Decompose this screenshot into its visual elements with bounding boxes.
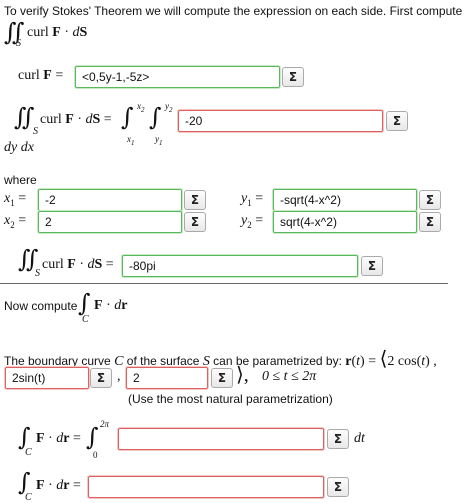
line-integral-sign: ∫ bbox=[78, 289, 91, 317]
boundary-text-3: can be parametrized by: bbox=[213, 354, 342, 368]
where-label: where bbox=[4, 173, 37, 187]
section-divider bbox=[0, 283, 448, 284]
y1-input[interactable]: -sqrt(4-x^2) bbox=[273, 189, 417, 211]
y2-sigma-button[interactable]: Σ bbox=[419, 212, 441, 232]
x1-sigma-button[interactable]: Σ bbox=[184, 190, 206, 210]
double-integral-display: ∬ bbox=[4, 18, 25, 46]
inner-lower-limit: y1 bbox=[155, 134, 163, 147]
curve-subscript-3: C bbox=[25, 492, 32, 503]
param-upper-limit: 2π bbox=[100, 419, 110, 429]
double-integral-display-2: ∬ bbox=[14, 103, 35, 131]
x1-input[interactable]: -2 bbox=[38, 189, 182, 211]
param-integral-sign: ∫ bbox=[86, 423, 99, 451]
surface-integral-equals: curl F · dS = bbox=[42, 257, 114, 272]
f-dr-equals-2: F · dr = bbox=[36, 478, 81, 493]
boundary-text-2: of the surface bbox=[126, 354, 200, 368]
dt-label: dt bbox=[354, 431, 365, 446]
surface-integral-sigma-button[interactable]: Σ bbox=[361, 256, 383, 276]
r-of-t-expression: r(t) = ⟨2 cos(t) , bbox=[345, 348, 437, 370]
surface-subscript-2: S bbox=[33, 126, 38, 137]
r-component-3-sigma-button[interactable]: Σ bbox=[211, 368, 233, 388]
line-integrand-sigma-button[interactable]: Σ bbox=[327, 429, 349, 449]
curve-subscript: C bbox=[82, 314, 89, 325]
inner-integrand-sigma-button[interactable]: Σ bbox=[386, 111, 408, 131]
intro-text: To verify Stokes' Theorem we will comput… bbox=[4, 4, 463, 18]
line-integrand-input[interactable] bbox=[118, 428, 324, 450]
y2-input[interactable]: sqrt(4-x^2) bbox=[273, 211, 417, 233]
r-component-3-input[interactable]: 2 bbox=[126, 367, 208, 389]
y1-label: y1 = bbox=[241, 191, 264, 208]
boundary-text-1: The boundary curve bbox=[4, 354, 111, 368]
dy-dx-label: dy dx bbox=[4, 140, 34, 155]
line-integral-sign-3: ∫ bbox=[18, 468, 31, 496]
r-component-2-sigma-button[interactable]: Σ bbox=[90, 368, 112, 388]
close-angle-bracket: ⟩, bbox=[236, 364, 249, 386]
curl-f-ds-label: curl F · dS bbox=[27, 25, 88, 40]
surface-subscript-3: S bbox=[35, 268, 40, 279]
x2-input[interactable]: 2 bbox=[38, 211, 182, 233]
outer-integral-sign: ∫ bbox=[121, 103, 134, 131]
curl-f-label: curl F = bbox=[18, 68, 64, 83]
curl-f-sigma-button[interactable]: Σ bbox=[282, 67, 304, 87]
inner-upper-limit: y2 bbox=[165, 101, 173, 114]
curve-c-symbol: C bbox=[114, 354, 124, 369]
component-comma: , bbox=[117, 369, 121, 384]
line-integral-input[interactable] bbox=[88, 476, 324, 498]
x2-label: x2 = bbox=[4, 213, 27, 230]
surface-integral-input[interactable]: -80pi bbox=[122, 255, 358, 277]
param-lower-limit: 0 bbox=[93, 450, 98, 460]
curl-f-input[interactable]: <0,5y-1,-5z> bbox=[75, 66, 280, 88]
natural-parametrization-note: (Use the most natural parametrization) bbox=[128, 392, 333, 406]
x2-sigma-button[interactable]: Σ bbox=[184, 212, 206, 232]
f-dr-equals: F · dr = bbox=[36, 431, 81, 446]
curl-f-ds-equals: curl F · dS = bbox=[40, 112, 112, 127]
now-compute-label: Now compute bbox=[4, 299, 78, 313]
r-component-2-input[interactable]: 2sin(t) bbox=[5, 367, 89, 389]
t-range: 0 ≤ t ≤ 2π bbox=[262, 369, 317, 384]
f-dr-label: F · dr bbox=[94, 298, 128, 313]
y1-sigma-button[interactable]: Σ bbox=[419, 190, 441, 210]
y2-label: y2 = bbox=[241, 213, 264, 230]
x1-label: x1 = bbox=[4, 191, 27, 208]
line-integral-sigma-button[interactable]: Σ bbox=[327, 477, 349, 497]
inner-integral-sign: ∫ bbox=[149, 103, 162, 131]
outer-upper-limit: x2 bbox=[137, 101, 145, 114]
surface-subscript: S bbox=[16, 38, 21, 49]
line-integral-sign-2: ∫ bbox=[18, 423, 31, 451]
inner-integrand-input[interactable]: -20 bbox=[178, 110, 383, 132]
outer-lower-limit: x1 bbox=[127, 134, 135, 147]
curve-subscript-2: C bbox=[25, 447, 32, 458]
